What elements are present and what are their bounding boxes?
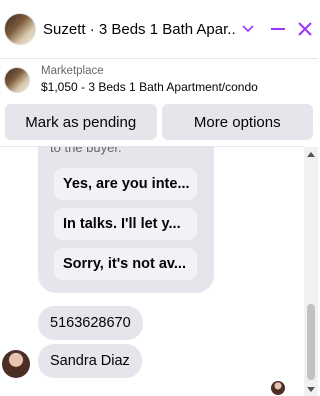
listing-description: $1,050 - 3 Beds 1 Bath Apartment/condo [41, 80, 258, 94]
marketplace-listing[interactable]: Marketplace $1,050 - 3 Beds 1 Bath Apart… [0, 59, 318, 100]
listing-source: Marketplace [41, 65, 104, 77]
quick-reply-card: to the buyer. Yes, are you inte... In ta… [38, 147, 214, 293]
chat-header: Suzett · 3 Beds 1 Bath Apar... [0, 0, 318, 58]
scroll-up-icon[interactable] [304, 147, 318, 161]
conversation-title[interactable]: Suzett · 3 Beds 1 Bath Apar... [43, 21, 235, 38]
listing-actions: Mark as pending More options [5, 104, 313, 140]
quick-reply-in-talks[interactable]: In talks. I'll let y... [54, 208, 197, 240]
quick-reply-yes[interactable]: Yes, are you inte... [54, 168, 197, 200]
minimize-icon [270, 28, 285, 30]
chevron-down-icon[interactable] [241, 22, 255, 36]
read-receipt-avatar [271, 381, 285, 395]
close-button[interactable] [293, 16, 319, 42]
sender-avatar[interactable] [2, 350, 30, 378]
more-options-button[interactable]: More options [161, 104, 313, 140]
quick-reply-sorry[interactable]: Sorry, it's not av... [54, 248, 197, 280]
listing-info: Marketplace $1,050 - 3 Beds 1 Bath Apart… [41, 64, 258, 95]
listing-thumbnail [4, 66, 30, 93]
card-text: to the buyer. [50, 147, 122, 155]
message-scrollbar[interactable] [304, 147, 318, 396]
minimize-button[interactable] [265, 16, 291, 42]
mark-as-pending-button[interactable]: Mark as pending [5, 104, 157, 140]
scroll-thumb[interactable] [307, 304, 315, 380]
message-bubble-name: Sandra Diaz [38, 344, 142, 378]
message-thread: to the buyer. Yes, are you inte... In ta… [0, 147, 304, 396]
close-icon [298, 22, 312, 36]
apartment-photo-icon[interactable] [4, 13, 36, 45]
scroll-down-icon[interactable] [304, 382, 318, 396]
message-bubble-phone: 5163628670 [38, 306, 143, 340]
